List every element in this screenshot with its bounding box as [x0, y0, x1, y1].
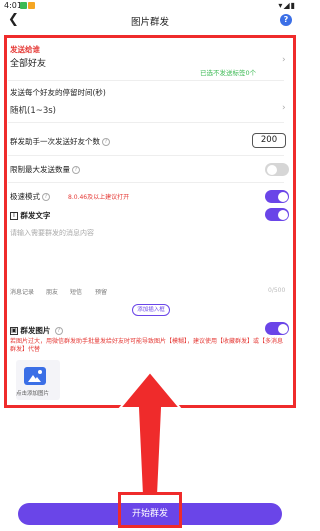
question-icon[interactable]: ? [42, 193, 50, 201]
per-batch-input[interactable]: 200 [252, 133, 286, 148]
text-icon: T [10, 212, 18, 220]
add-insert-box-button[interactable]: 添加插入框 [132, 304, 170, 316]
per-batch-label-text: 群发助手一次发送好友个数 [10, 137, 100, 146]
send-to-value[interactable]: 全部好友 [10, 56, 46, 69]
char-count: 0/500 [268, 287, 286, 294]
text-section-label-text: 群发文字 [20, 211, 51, 220]
question-icon[interactable]: ? [102, 138, 110, 146]
tool-history[interactable]: 消息记录 [10, 287, 34, 296]
chevron-right-icon[interactable]: › [282, 55, 286, 65]
wechat-notify-icon [20, 2, 27, 9]
fast-mode-note: 8.0.46及以上建议打开 [68, 194, 130, 201]
fast-mode-label: 极速模式? [10, 191, 50, 202]
tool-reserved[interactable]: 预留 [95, 287, 107, 296]
per-batch-label: 群发助手一次发送好友个数? [10, 136, 110, 147]
tool-friend[interactable]: 朋友 [46, 287, 58, 296]
top-bar: ❮ 图片群发 ? [0, 12, 300, 30]
add-image-icon[interactable] [24, 367, 46, 385]
divider [8, 155, 284, 156]
image-warning: 若图片过大，用微信群发助手批量发给好友时可能导致图片【模糊】，建议使用【收藏群发… [10, 338, 284, 353]
chevron-right-icon[interactable]: › [282, 103, 286, 113]
question-icon[interactable]: ? [54, 327, 63, 335]
divider [8, 80, 284, 81]
image-toggle[interactable] [265, 322, 289, 335]
divider [8, 122, 284, 123]
text-toggle[interactable] [265, 208, 289, 221]
toggle-knob [266, 164, 277, 175]
app-notify-icon [28, 2, 35, 9]
tool-sms[interactable]: 短信 [70, 287, 82, 296]
start-highlight-frame [118, 492, 182, 528]
question-icon[interactable]: ? [72, 166, 80, 174]
selected-tag-count[interactable]: 已选不发送标签0个 [200, 67, 256, 77]
add-image-label[interactable]: 点击添加图片 [16, 389, 49, 397]
help-icon[interactable]: ? [280, 14, 292, 26]
divider [8, 182, 284, 183]
fast-mode-toggle[interactable] [265, 190, 289, 203]
message-textarea[interactable]: 请输入需要群发的消息内容 [10, 228, 284, 294]
page-title: 图片群发 [130, 17, 169, 28]
interval-value[interactable]: 随机(1~3s) [10, 104, 56, 116]
status-bar: 4:01 ▾◢▮ [0, 0, 300, 12]
limit-toggle[interactable] [265, 163, 289, 176]
toggle-knob [277, 209, 288, 220]
toggle-knob [277, 323, 288, 334]
fast-mode-label-text: 极速模式 [10, 192, 40, 201]
send-to-label: 发送给谁 [10, 45, 40, 54]
limit-label-text: 限制最大发送数量 [10, 165, 70, 174]
image-section-label: ▣ 群发图片 ? [10, 325, 63, 336]
interval-label: 发送每个好友的停留时间(秒) [10, 88, 106, 97]
limit-label: 限制最大发送数量? [10, 164, 80, 175]
toggle-knob [277, 191, 288, 202]
image-section-label-text: 群发图片 [20, 326, 51, 335]
image-section-icon: ▣ [10, 327, 18, 335]
text-section-label: T 群发文字 [10, 210, 50, 221]
signal-battery-icon: ▾◢▮ [278, 1, 296, 10]
